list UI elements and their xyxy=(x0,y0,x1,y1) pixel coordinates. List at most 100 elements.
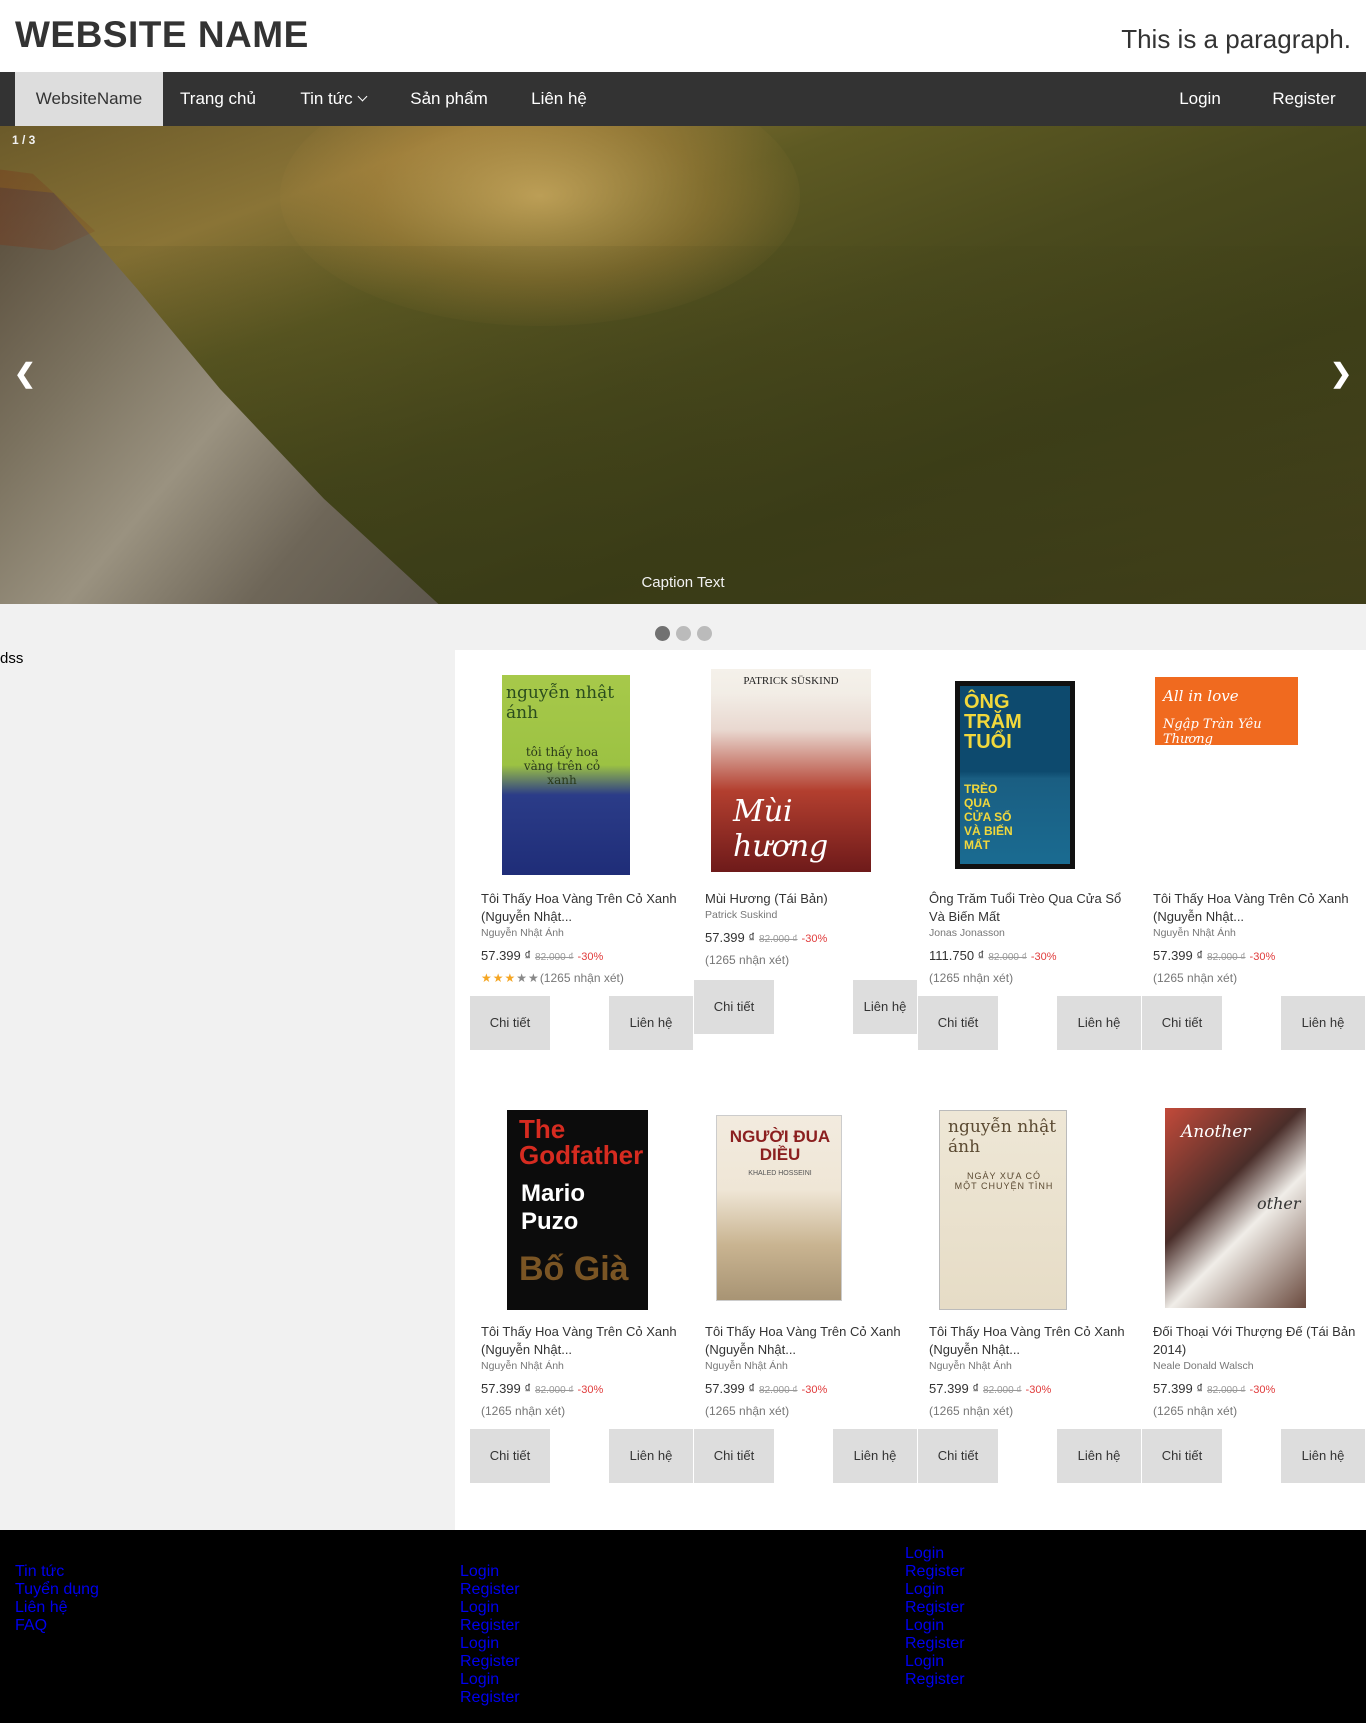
detail-button[interactable]: Chi tiết xyxy=(694,980,774,1034)
site-name: WEBSITE NAME xyxy=(15,14,309,55)
contact-button[interactable]: Liên hệ xyxy=(1281,1429,1365,1483)
product-title[interactable]: Ông Trăm Tuổi Trèo Qua Cửa Sổ Và Biến Mấ… xyxy=(929,890,1139,926)
product-title[interactable]: Tôi Thấy Hoa Vàng Trên Cỏ Xanh (Nguyễn N… xyxy=(1153,890,1363,926)
footer-col-2: Login Register Login Register Login Regi… xyxy=(460,1563,520,1707)
book-cover-image: PATRICK SÜSKIND Mùi hương xyxy=(711,669,871,872)
product-card: Another other Đối Thoại Với Thượng Đế (Tái… xyxy=(1142,1106,1366,1526)
footer-link-faq[interactable]: FAQ xyxy=(15,1617,99,1635)
footer-link-register[interactable]: Register xyxy=(460,1617,520,1635)
contact-button[interactable]: Liên hệ xyxy=(1057,1429,1141,1483)
detail-button[interactable]: Chi tiết xyxy=(1142,996,1222,1050)
book-cover-image: All in love Ngập Tràn Yêu Thương xyxy=(1155,677,1298,877)
footer-link-login[interactable]: Login xyxy=(460,1563,520,1581)
slide-dot-1[interactable] xyxy=(654,626,670,641)
cover-text: The Godfather xyxy=(519,1114,644,1170)
footer-link-login[interactable]: Login xyxy=(905,1581,965,1599)
contact-button[interactable]: Liên hệ xyxy=(609,1429,693,1483)
detail-button[interactable]: Chi tiết xyxy=(470,1429,550,1483)
nav-item-san-pham[interactable]: Sản phẩm xyxy=(391,72,507,126)
footer-link-login[interactable]: Login xyxy=(460,1671,520,1689)
product-old-price: 82.000 ₫ xyxy=(1207,952,1246,963)
product-discount: -30% xyxy=(801,933,828,945)
footer-link-login[interactable]: Login xyxy=(460,1599,520,1617)
footer-link-register[interactable]: Register xyxy=(460,1689,520,1707)
nav-item-tin-tuc[interactable]: Tin tức xyxy=(281,72,385,126)
cover-text: NGƯỜI ĐUA DIỀU xyxy=(729,1127,831,1164)
product-old-price: 82.000 ₫ xyxy=(1207,1385,1246,1396)
chevron-down-icon xyxy=(357,91,368,102)
product-card: NGƯỜI ĐUA DIỀU KHALED HOSSEINI Tôi Thấy Ho… xyxy=(694,1106,918,1526)
nav-item-trang-chu[interactable]: Trang chủ xyxy=(163,72,273,126)
footer-link-login[interactable]: Login xyxy=(905,1617,965,1635)
footer-link-register[interactable]: Register xyxy=(905,1599,965,1617)
product-price: 57.399 ₫ xyxy=(1153,948,1204,963)
contact-button[interactable]: Liên hệ xyxy=(833,1429,917,1483)
contact-button[interactable]: Liên hệ xyxy=(853,980,917,1034)
slideshow: 1 / 3 ❮ ❯ Caption Text xyxy=(0,126,1366,604)
product-title[interactable]: Tôi Thấy Hoa Vàng Trên Cỏ Xanh (Nguyễn N… xyxy=(481,1323,691,1359)
product-title[interactable]: Tôi Thấy Hoa Vàng Trên Cỏ Xanh (Nguyễn N… xyxy=(481,890,691,926)
nav-item-lien-he[interactable]: Liên hệ xyxy=(515,72,603,126)
product-card: nguyễn nhật ánh NGÀY XƯA CÓ MỘT CHUYỆN TÌ… xyxy=(918,1106,1142,1526)
product-author: Nguyễn Nhật Ánh xyxy=(1153,927,1236,939)
product-review-row: (1265 nhận xét) xyxy=(929,1404,1013,1418)
product-author: Nguyễn Nhật Ánh xyxy=(705,1360,788,1372)
cover-text: All in love xyxy=(1163,687,1239,705)
product-discount: -30% xyxy=(1030,951,1057,963)
footer-link-register[interactable]: Register xyxy=(460,1653,520,1671)
next-arrow-icon[interactable]: ❯ xyxy=(1330,358,1352,389)
product-review-row: (1265 nhận xét) xyxy=(705,1404,789,1418)
cover-text: NGÀY XƯA CÓ MỘT CHUYỆN TÌNH xyxy=(954,1171,1054,1191)
product-old-price: 82.000 ₫ xyxy=(535,952,574,963)
nav-item-tin-tuc-label: Tin tức xyxy=(300,89,353,108)
book-cover-image: ÔNG TRĂM TUỔI TRÈO QUA CỬA SỔ VÀ BIẾN MẤT xyxy=(955,681,1075,869)
product-review-row: (1265 nhận xét) xyxy=(929,971,1013,985)
product-card: The Godfather Mario Puzo Bố Già Tôi Thấy Ho… xyxy=(470,1106,694,1526)
detail-button[interactable]: Chi tiết xyxy=(1142,1429,1222,1483)
nav-brand[interactable]: WebsiteName xyxy=(15,72,163,126)
book-cover-image: nguyễn nhật ánh NGÀY XƯA CÓ MỘT CHUYỆN TÌ… xyxy=(939,1110,1067,1310)
product-card: ÔNG TRĂM TUỔI TRÈO QUA CỬA SỔ VÀ BIẾN MẤT… xyxy=(918,673,1142,1093)
footer-link-lien-he[interactable]: Liên hệ xyxy=(15,1599,99,1617)
contact-button[interactable]: Liên hệ xyxy=(1057,996,1141,1050)
product-price-row: 57.399 ₫ 82.000 ₫ -30% xyxy=(481,948,603,963)
footer-link-login[interactable]: Login xyxy=(905,1653,965,1671)
cover-text: Bố Già xyxy=(519,1250,629,1288)
nav-login[interactable]: Login xyxy=(1166,72,1234,126)
detail-button[interactable]: Chi tiết xyxy=(694,1429,774,1483)
slide-dot-2[interactable] xyxy=(675,626,691,641)
footer-link-register[interactable]: Register xyxy=(905,1671,965,1689)
product-title[interactable]: Mùi Hương (Tái Bản) xyxy=(705,890,915,908)
product-title[interactable]: Tôi Thấy Hoa Vàng Trên Cỏ Xanh (Nguyễn N… xyxy=(705,1323,915,1359)
contact-button[interactable]: Liên hệ xyxy=(609,996,693,1050)
product-title[interactable]: Tôi Thấy Hoa Vàng Trên Cỏ Xanh (Nguyễn N… xyxy=(929,1323,1139,1359)
product-author: Nguyễn Nhật Ánh xyxy=(481,1360,564,1372)
footer-link-register[interactable]: Register xyxy=(905,1563,965,1581)
contact-button[interactable]: Liên hệ xyxy=(1281,996,1365,1050)
product-author: Patrick Suskind xyxy=(705,909,778,921)
detail-button[interactable]: Chi tiết xyxy=(918,996,998,1050)
cover-text: TRÈO QUA CỬA SỔ VÀ BIẾN MẤT xyxy=(964,782,1013,852)
cover-text: Another xyxy=(1181,1122,1251,1142)
product-review-row: (1265 nhận xét) xyxy=(1153,1404,1237,1418)
footer-link-register[interactable]: Register xyxy=(905,1635,965,1653)
footer-link-register[interactable]: Register xyxy=(460,1581,520,1599)
detail-button[interactable]: Chi tiết xyxy=(918,1429,998,1483)
footer-link-tin-tuc[interactable]: Tin tức xyxy=(15,1563,99,1581)
product-title[interactable]: Đối Thoại Với Thượng Đế (Tái Bản 2014) xyxy=(1153,1323,1363,1359)
detail-button[interactable]: Chi tiết xyxy=(470,996,550,1050)
footer-link-tuyen-dung[interactable]: Tuyển dụng xyxy=(15,1581,99,1599)
product-old-price: 82.000 ₫ xyxy=(983,1385,1022,1396)
product-discount: -30% xyxy=(577,1384,604,1396)
product-review-row: (1265 nhận xét) xyxy=(705,953,789,967)
footer-link-login[interactable]: Login xyxy=(460,1635,520,1653)
rating-stars-icon: ★★★★★ xyxy=(481,971,540,985)
prev-arrow-icon[interactable]: ❮ xyxy=(14,358,36,389)
product-review-row: (1265 nhận xét) xyxy=(481,1404,565,1418)
nav-register[interactable]: Register xyxy=(1256,72,1352,126)
product-price: 57.399 ₫ xyxy=(705,930,756,945)
footer-link-login[interactable]: Login xyxy=(905,1545,965,1563)
slide-dot-3[interactable] xyxy=(696,626,712,641)
product-author: Jonas Jonasson xyxy=(929,927,1005,939)
cover-text: PATRICK SÜSKIND xyxy=(743,675,839,687)
